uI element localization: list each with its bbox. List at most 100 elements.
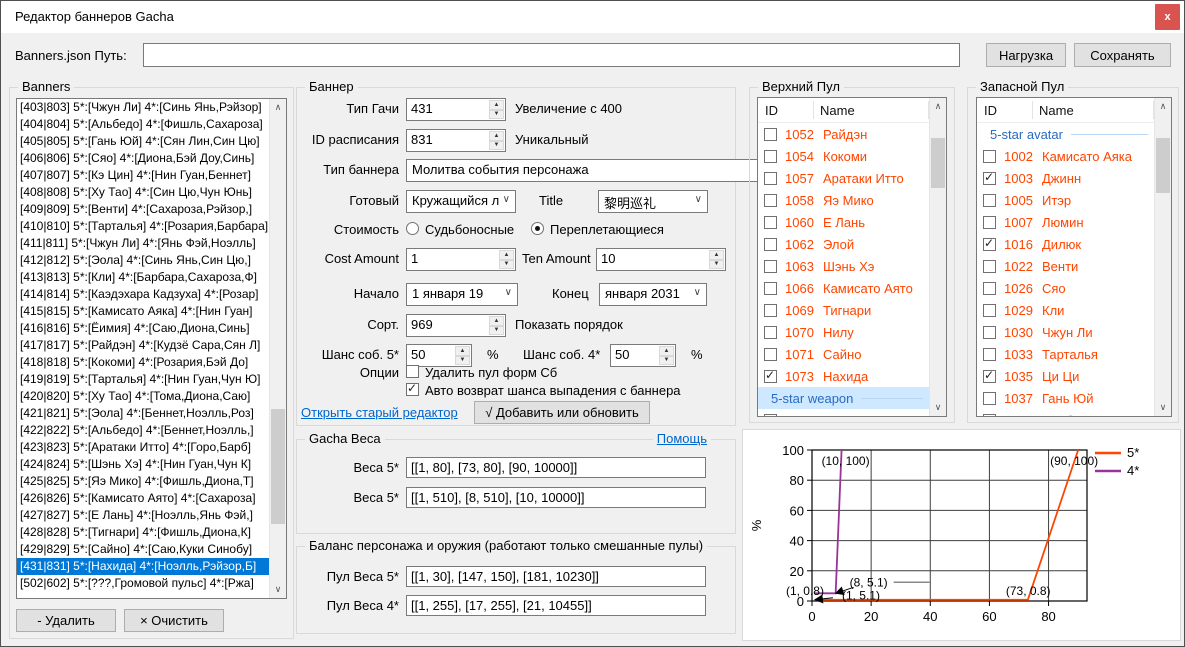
pool-row[interactable]: 1033Тарталья (977, 343, 1154, 365)
pool-row-checkbox[interactable] (764, 172, 777, 185)
banner-list-item[interactable]: [408|808] 5*:[Ху Тао] 4*:[Син Цю,Чун Юнь… (17, 184, 269, 201)
pool-row[interactable]: 1005Итэр (977, 189, 1154, 211)
banner-list-item[interactable]: [428|828] 5*:[Тигнари] 4*:[Фишль,Диона,К… (17, 524, 269, 541)
spin-down-icon[interactable]: ▼ (489, 141, 504, 151)
end-date-select[interactable]: января 2031 ∨ (599, 283, 707, 306)
pool-row[interactable]: 1003Джинн (977, 167, 1154, 189)
chance5-spinner[interactable]: 50 ▲▼ (406, 344, 472, 367)
pool-row-checkbox[interactable] (983, 414, 996, 417)
banner-list-item[interactable]: [403|803] 5*:[Чжун Ли] 4*:[Синь Янь,Рэйз… (17, 99, 269, 116)
scroll-down-icon[interactable]: ∨ (930, 399, 946, 416)
pool-row-checkbox[interactable] (764, 238, 777, 251)
pool-row-checkbox[interactable] (983, 370, 996, 383)
banner-list-item[interactable]: [415|815] 5*:[Камисато Аяка] 4*:[Нин Гуа… (17, 303, 269, 320)
spin-up-icon[interactable]: ▲ (455, 346, 470, 356)
scroll-down-icon[interactable]: ∨ (1155, 399, 1171, 416)
banner-list-item[interactable]: [422|822] 5*:[Альбедо] 4*:[Беннет,Ноэлль… (17, 422, 269, 439)
pool-row[interactable]: 1035Ци Ци (977, 365, 1154, 387)
banner-list-item[interactable]: [409|809] 5*:[Венти] 4*:[Сахароза,Рэйзор… (17, 201, 269, 218)
banner-list-item[interactable]: [416|816] 5*:[Ёимия] 4*:[Саю,Диона,Синь] (17, 320, 269, 337)
close-button[interactable]: x (1155, 4, 1180, 30)
delete-banner-button[interactable]: - Удалить (16, 609, 116, 632)
chance4-spinner[interactable]: 50 ▲▼ (610, 344, 676, 367)
pool-row[interactable]: 1062Элой (758, 233, 929, 255)
pool-row-checkbox[interactable] (983, 304, 996, 317)
scroll-thumb[interactable] (271, 409, 285, 524)
pool-row[interactable]: 1052Райдэн (758, 123, 929, 145)
clear-banners-button[interactable]: × Очистить (124, 609, 224, 632)
pool-row-checkbox[interactable] (764, 348, 777, 361)
reserve-pool-list[interactable]: ID Name 5-star avatar1002Камисато Аяка10… (976, 97, 1172, 417)
banners-scrollbar[interactable]: ∧ ∨ (269, 99, 286, 598)
reserve-pool-scrollbar[interactable]: ∧ ∨ (1154, 98, 1171, 416)
title-select[interactable]: 黎明巡礼 ∨ (598, 190, 708, 213)
cost-radio-fate[interactable] (406, 222, 419, 235)
load-button[interactable]: Нагрузка (986, 43, 1066, 67)
pool-row[interactable]: 1037Гань Юй (977, 387, 1154, 409)
auto-return-checkbox[interactable] (406, 383, 419, 396)
banner-list-item[interactable]: [407|807] 5*:[Кэ Цин] 4*:[Нин Гуан,Бенне… (17, 167, 269, 184)
pool-row-checkbox[interactable] (983, 282, 996, 295)
pool-row-checkbox[interactable] (764, 128, 777, 141)
banners-listbox[interactable]: [403|803] 5*:[Чжун Ли] 4*:[Синь Янь,Рэйз… (16, 98, 287, 599)
path-input[interactable] (143, 43, 960, 67)
pool-row[interactable]: 1029Кли (977, 299, 1154, 321)
scroll-up-icon[interactable]: ∧ (930, 98, 946, 115)
add-update-button[interactable]: √ Добавить или обновить (474, 401, 650, 424)
pool-row-checkbox[interactable] (764, 326, 777, 339)
pool-row[interactable]: 1016Дилюк (977, 233, 1154, 255)
spin-down-icon[interactable]: ▼ (709, 260, 724, 270)
pool-row-checkbox[interactable] (983, 260, 996, 273)
pool-row[interactable]: 1071Сайно (758, 343, 929, 365)
scroll-thumb[interactable] (931, 138, 945, 188)
help-link[interactable]: Помощь (657, 431, 707, 446)
banner-list-item[interactable]: [404|804] 5*:[Альбедо] 4*:[Фишль,Сахароз… (17, 116, 269, 133)
banner-list-item[interactable]: [405|805] 5*:[Гань Юй] 4*:[Сян Лин,Син Ц… (17, 133, 269, 150)
pool-row-checkbox[interactable] (764, 304, 777, 317)
cost-radio-intertwined[interactable] (531, 222, 544, 235)
banner-list-item[interactable]: [410|810] 5*:[Тарталья] 4*:[Розария,Барб… (17, 218, 269, 235)
pool-row[interactable]: 1038Альбедо (977, 409, 1154, 416)
pool-row-checkbox[interactable] (764, 414, 777, 417)
banner-list-item[interactable]: [418|818] 5*:[Кокоми] 4*:[Розария,Бэй До… (17, 354, 269, 371)
pool-row-checkbox[interactable] (764, 194, 777, 207)
spin-down-icon[interactable]: ▼ (489, 326, 504, 336)
scroll-up-icon[interactable]: ∧ (1155, 98, 1171, 115)
pool-row-checkbox[interactable] (764, 150, 777, 163)
pool4-input[interactable] (406, 595, 706, 616)
delete-pool-checkbox[interactable] (406, 365, 419, 378)
spin-down-icon[interactable]: ▼ (489, 110, 504, 120)
pool-row[interactable]: 1026Сяо (977, 277, 1154, 299)
pool-row-checkbox[interactable] (983, 348, 996, 361)
spin-up-icon[interactable]: ▲ (489, 131, 504, 141)
save-button[interactable]: Сохранять (1074, 43, 1171, 67)
pool-row[interactable]: 1057Аратаки Итто (758, 167, 929, 189)
banner-list-item[interactable]: [431|831] 5*:[Нахида] 4*:[Ноэлль,Рэйзор,… (17, 558, 269, 575)
pool-row[interactable]: 1069Тигнари (758, 299, 929, 321)
spin-down-icon[interactable]: ▼ (659, 356, 674, 366)
pool-row[interactable]: 1007Люмин (977, 211, 1154, 233)
banner-list-item[interactable]: [425|825] 5*:[Яэ Мико] 4*:[Фишль,Диона,Т… (17, 473, 269, 490)
spin-up-icon[interactable]: ▲ (489, 316, 504, 326)
pool-row-checkbox[interactable] (983, 326, 996, 339)
pool-row[interactable]: 1073Нахида (758, 365, 929, 387)
pool-row-checkbox[interactable] (764, 370, 777, 383)
begin-date-select[interactable]: 1 января 19 ∨ (406, 283, 518, 306)
pool-row[interactable]: 1063Шэнь Хэ (758, 255, 929, 277)
pool-row[interactable]: 11501Меч Сокола (758, 409, 929, 416)
spin-down-icon[interactable]: ▼ (455, 356, 470, 366)
banner-list-item[interactable]: [406|806] 5*:[Сяо] 4*:[Диона,Бэй Доу,Син… (17, 150, 269, 167)
upper-pool-list[interactable]: ID Name 1052Райдэн1054Кокоми1057Аратаки … (757, 97, 947, 417)
pool-row[interactable]: 1030Чжун Ли (977, 321, 1154, 343)
pool-row[interactable]: 1022Венти (977, 255, 1154, 277)
banner-list-item[interactable]: [423|823] 5*:[Аратаки Итто] 4*:[Горо,Бар… (17, 439, 269, 456)
spin-up-icon[interactable]: ▲ (659, 346, 674, 356)
gacha-type-spinner[interactable]: 431 ▲▼ (406, 98, 506, 121)
banner-list-item[interactable]: [414|814] 5*:[Каэдэхара Кадзуха] 4*:[Роз… (17, 286, 269, 303)
spin-down-icon[interactable]: ▼ (499, 260, 514, 270)
banner-list-item[interactable]: [412|812] 5*:[Эола] 4*:[Синь Янь,Син Цю,… (17, 252, 269, 269)
pool-row[interactable]: 1058Яэ Мико (758, 189, 929, 211)
pool-row-checkbox[interactable] (983, 150, 996, 163)
pool-row[interactable]: 1070Нилу (758, 321, 929, 343)
cost-amount-spinner[interactable]: 1 ▲▼ (406, 248, 516, 271)
